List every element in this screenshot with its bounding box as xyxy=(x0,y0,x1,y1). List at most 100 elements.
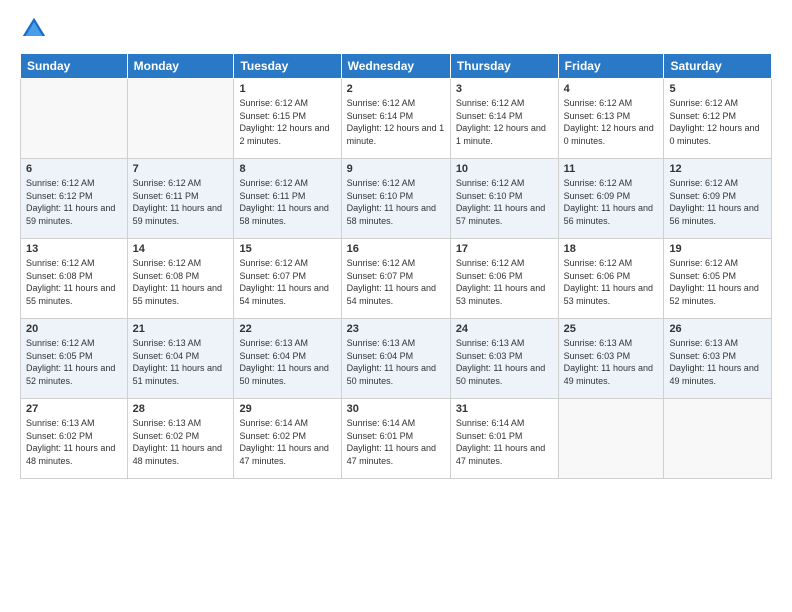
calendar-cell: 4 Sunrise: 6:12 AM Sunset: 6:13 PM Daylig… xyxy=(558,79,664,159)
calendar-cell xyxy=(21,79,128,159)
day-number: 8 xyxy=(239,163,335,175)
day-number: 16 xyxy=(347,243,445,255)
calendar-cell xyxy=(127,79,234,159)
day-number: 18 xyxy=(564,243,659,255)
calendar-cell: 11 Sunrise: 6:12 AM Sunset: 6:09 PM Dayli… xyxy=(558,159,664,239)
day-number: 28 xyxy=(133,403,229,415)
day-number: 15 xyxy=(239,243,335,255)
col-header-thursday: Thursday xyxy=(450,54,558,79)
day-number: 26 xyxy=(669,323,766,335)
week-row-1: 1Sunrise: 6:12 AM Sunset: 6:15 PM Daylig… xyxy=(21,79,772,159)
day-number: 20 xyxy=(26,323,122,335)
week-row-3: 13 Sunrise: 6:12 AM Sunset: 6:08 PM Dayli… xyxy=(21,239,772,319)
calendar-cell: 16Sunrise: 6:12 AM Sunset: 6:07 PM Dayli… xyxy=(341,239,450,319)
calendar-cell: 1Sunrise: 6:12 AM Sunset: 6:15 PM Daylig… xyxy=(234,79,341,159)
day-info: Sunrise: 6:12 AM Sunset: 6:09 PM Dayligh… xyxy=(669,177,766,227)
day-info: Sunrise: 6:13 AM Sunset: 6:03 PM Dayligh… xyxy=(456,337,553,387)
day-info: Sunrise: 6:14 AM Sunset: 6:01 PM Dayligh… xyxy=(456,417,553,467)
calendar-table: SundayMondayTuesdayWednesdayThursdayFrid… xyxy=(20,53,772,479)
day-number: 23 xyxy=(347,323,445,335)
col-header-tuesday: Tuesday xyxy=(234,54,341,79)
calendar-cell: 25 Sunrise: 6:13 AM Sunset: 6:03 PM Dayli… xyxy=(558,319,664,399)
day-number: 21 xyxy=(133,323,229,335)
calendar-cell: 5 Sunrise: 6:12 AM Sunset: 6:12 PM Daylig… xyxy=(664,79,772,159)
header xyxy=(20,15,772,43)
day-number: 4 xyxy=(564,83,659,95)
day-info: Sunrise: 6:13 AM Sunset: 6:03 PM Dayligh… xyxy=(669,337,766,387)
calendar-cell: 30 Sunrise: 6:14 AM Sunset: 6:01 PM Dayli… xyxy=(341,399,450,479)
col-header-saturday: Saturday xyxy=(664,54,772,79)
day-number: 10 xyxy=(456,163,553,175)
calendar-cell: 24 Sunrise: 6:13 AM Sunset: 6:03 PM Dayli… xyxy=(450,319,558,399)
day-number: 5 xyxy=(669,83,766,95)
calendar-cell: 10 Sunrise: 6:12 AM Sunset: 6:10 PM Dayli… xyxy=(450,159,558,239)
calendar-cell: 7Sunrise: 6:12 AM Sunset: 6:11 PM Daylig… xyxy=(127,159,234,239)
col-header-monday: Monday xyxy=(127,54,234,79)
calendar-cell xyxy=(558,399,664,479)
logo xyxy=(20,15,52,43)
calendar-cell: 2Sunrise: 6:12 AM Sunset: 6:14 PM Daylig… xyxy=(341,79,450,159)
week-row-5: 27 Sunrise: 6:13 AM Sunset: 6:02 PM Dayli… xyxy=(21,399,772,479)
calendar-cell: 14 Sunrise: 6:12 AM Sunset: 6:08 PM Dayli… xyxy=(127,239,234,319)
day-info: Sunrise: 6:12 AM Sunset: 6:05 PM Dayligh… xyxy=(669,257,766,307)
calendar-cell: 26 Sunrise: 6:13 AM Sunset: 6:03 PM Dayli… xyxy=(664,319,772,399)
day-number: 25 xyxy=(564,323,659,335)
col-header-wednesday: Wednesday xyxy=(341,54,450,79)
calendar-cell: 6Sunrise: 6:12 AM Sunset: 6:12 PM Daylig… xyxy=(21,159,128,239)
day-info: Sunrise: 6:12 AM Sunset: 6:08 PM Dayligh… xyxy=(133,257,229,307)
calendar-cell: 29 Sunrise: 6:14 AM Sunset: 6:02 PM Dayli… xyxy=(234,399,341,479)
day-info: Sunrise: 6:12 AM Sunset: 6:10 PM Dayligh… xyxy=(347,177,445,227)
col-header-friday: Friday xyxy=(558,54,664,79)
day-number: 24 xyxy=(456,323,553,335)
day-info: Sunrise: 6:12 AM Sunset: 6:09 PM Dayligh… xyxy=(564,177,659,227)
day-info: Sunrise: 6:12 AM Sunset: 6:05 PM Dayligh… xyxy=(26,337,122,387)
day-number: 13 xyxy=(26,243,122,255)
day-info: Sunrise: 6:12 AM Sunset: 6:11 PM Dayligh… xyxy=(133,177,229,227)
calendar-cell: 20 Sunrise: 6:12 AM Sunset: 6:05 PM Dayli… xyxy=(21,319,128,399)
calendar-cell: 13 Sunrise: 6:12 AM Sunset: 6:08 PM Dayli… xyxy=(21,239,128,319)
day-number: 12 xyxy=(669,163,766,175)
day-number: 22 xyxy=(239,323,335,335)
calendar-cell: 18 Sunrise: 6:12 AM Sunset: 6:06 PM Dayli… xyxy=(558,239,664,319)
day-number: 14 xyxy=(133,243,229,255)
day-number: 6 xyxy=(26,163,122,175)
calendar-cell: 21 Sunrise: 6:13 AM Sunset: 6:04 PM Dayli… xyxy=(127,319,234,399)
calendar-cell: 22Sunrise: 6:13 AM Sunset: 6:04 PM Dayli… xyxy=(234,319,341,399)
logo-icon xyxy=(20,15,48,43)
day-info: Sunrise: 6:13 AM Sunset: 6:02 PM Dayligh… xyxy=(26,417,122,467)
day-info: Sunrise: 6:14 AM Sunset: 6:02 PM Dayligh… xyxy=(239,417,335,467)
day-number: 3 xyxy=(456,83,553,95)
day-info: Sunrise: 6:13 AM Sunset: 6:04 PM Dayligh… xyxy=(133,337,229,387)
day-number: 11 xyxy=(564,163,659,175)
day-number: 17 xyxy=(456,243,553,255)
calendar-cell: 17 Sunrise: 6:12 AM Sunset: 6:06 PM Dayli… xyxy=(450,239,558,319)
day-number: 29 xyxy=(239,403,335,415)
day-info: Sunrise: 6:12 AM Sunset: 6:14 PM Dayligh… xyxy=(347,97,445,147)
week-row-2: 6Sunrise: 6:12 AM Sunset: 6:12 PM Daylig… xyxy=(21,159,772,239)
day-info: Sunrise: 6:12 AM Sunset: 6:06 PM Dayligh… xyxy=(564,257,659,307)
day-info: Sunrise: 6:12 AM Sunset: 6:06 PM Dayligh… xyxy=(456,257,553,307)
page: SundayMondayTuesdayWednesdayThursdayFrid… xyxy=(0,0,792,612)
day-info: Sunrise: 6:14 AM Sunset: 6:01 PM Dayligh… xyxy=(347,417,445,467)
day-number: 30 xyxy=(347,403,445,415)
day-info: Sunrise: 6:12 AM Sunset: 6:13 PM Dayligh… xyxy=(564,97,659,147)
day-info: Sunrise: 6:12 AM Sunset: 6:12 PM Dayligh… xyxy=(669,97,766,147)
day-info: Sunrise: 6:12 AM Sunset: 6:10 PM Dayligh… xyxy=(456,177,553,227)
calendar-cell: 23 Sunrise: 6:13 AM Sunset: 6:04 PM Dayli… xyxy=(341,319,450,399)
week-row-4: 20 Sunrise: 6:12 AM Sunset: 6:05 PM Dayli… xyxy=(21,319,772,399)
calendar-cell: 19 Sunrise: 6:12 AM Sunset: 6:05 PM Dayli… xyxy=(664,239,772,319)
calendar-cell: 31 Sunrise: 6:14 AM Sunset: 6:01 PM Dayli… xyxy=(450,399,558,479)
calendar-cell: 27 Sunrise: 6:13 AM Sunset: 6:02 PM Dayli… xyxy=(21,399,128,479)
day-number: 31 xyxy=(456,403,553,415)
calendar-cell: 9Sunrise: 6:12 AM Sunset: 6:10 PM Daylig… xyxy=(341,159,450,239)
calendar-cell: 28 Sunrise: 6:13 AM Sunset: 6:02 PM Dayli… xyxy=(127,399,234,479)
day-info: Sunrise: 6:13 AM Sunset: 6:02 PM Dayligh… xyxy=(133,417,229,467)
day-number: 27 xyxy=(26,403,122,415)
day-number: 19 xyxy=(669,243,766,255)
calendar-cell: 3 Sunrise: 6:12 AM Sunset: 6:14 PM Daylig… xyxy=(450,79,558,159)
day-info: Sunrise: 6:13 AM Sunset: 6:04 PM Dayligh… xyxy=(347,337,445,387)
day-info: Sunrise: 6:12 AM Sunset: 6:14 PM Dayligh… xyxy=(456,97,553,147)
day-info: Sunrise: 6:12 AM Sunset: 6:08 PM Dayligh… xyxy=(26,257,122,307)
day-info: Sunrise: 6:13 AM Sunset: 6:03 PM Dayligh… xyxy=(564,337,659,387)
calendar-cell xyxy=(664,399,772,479)
